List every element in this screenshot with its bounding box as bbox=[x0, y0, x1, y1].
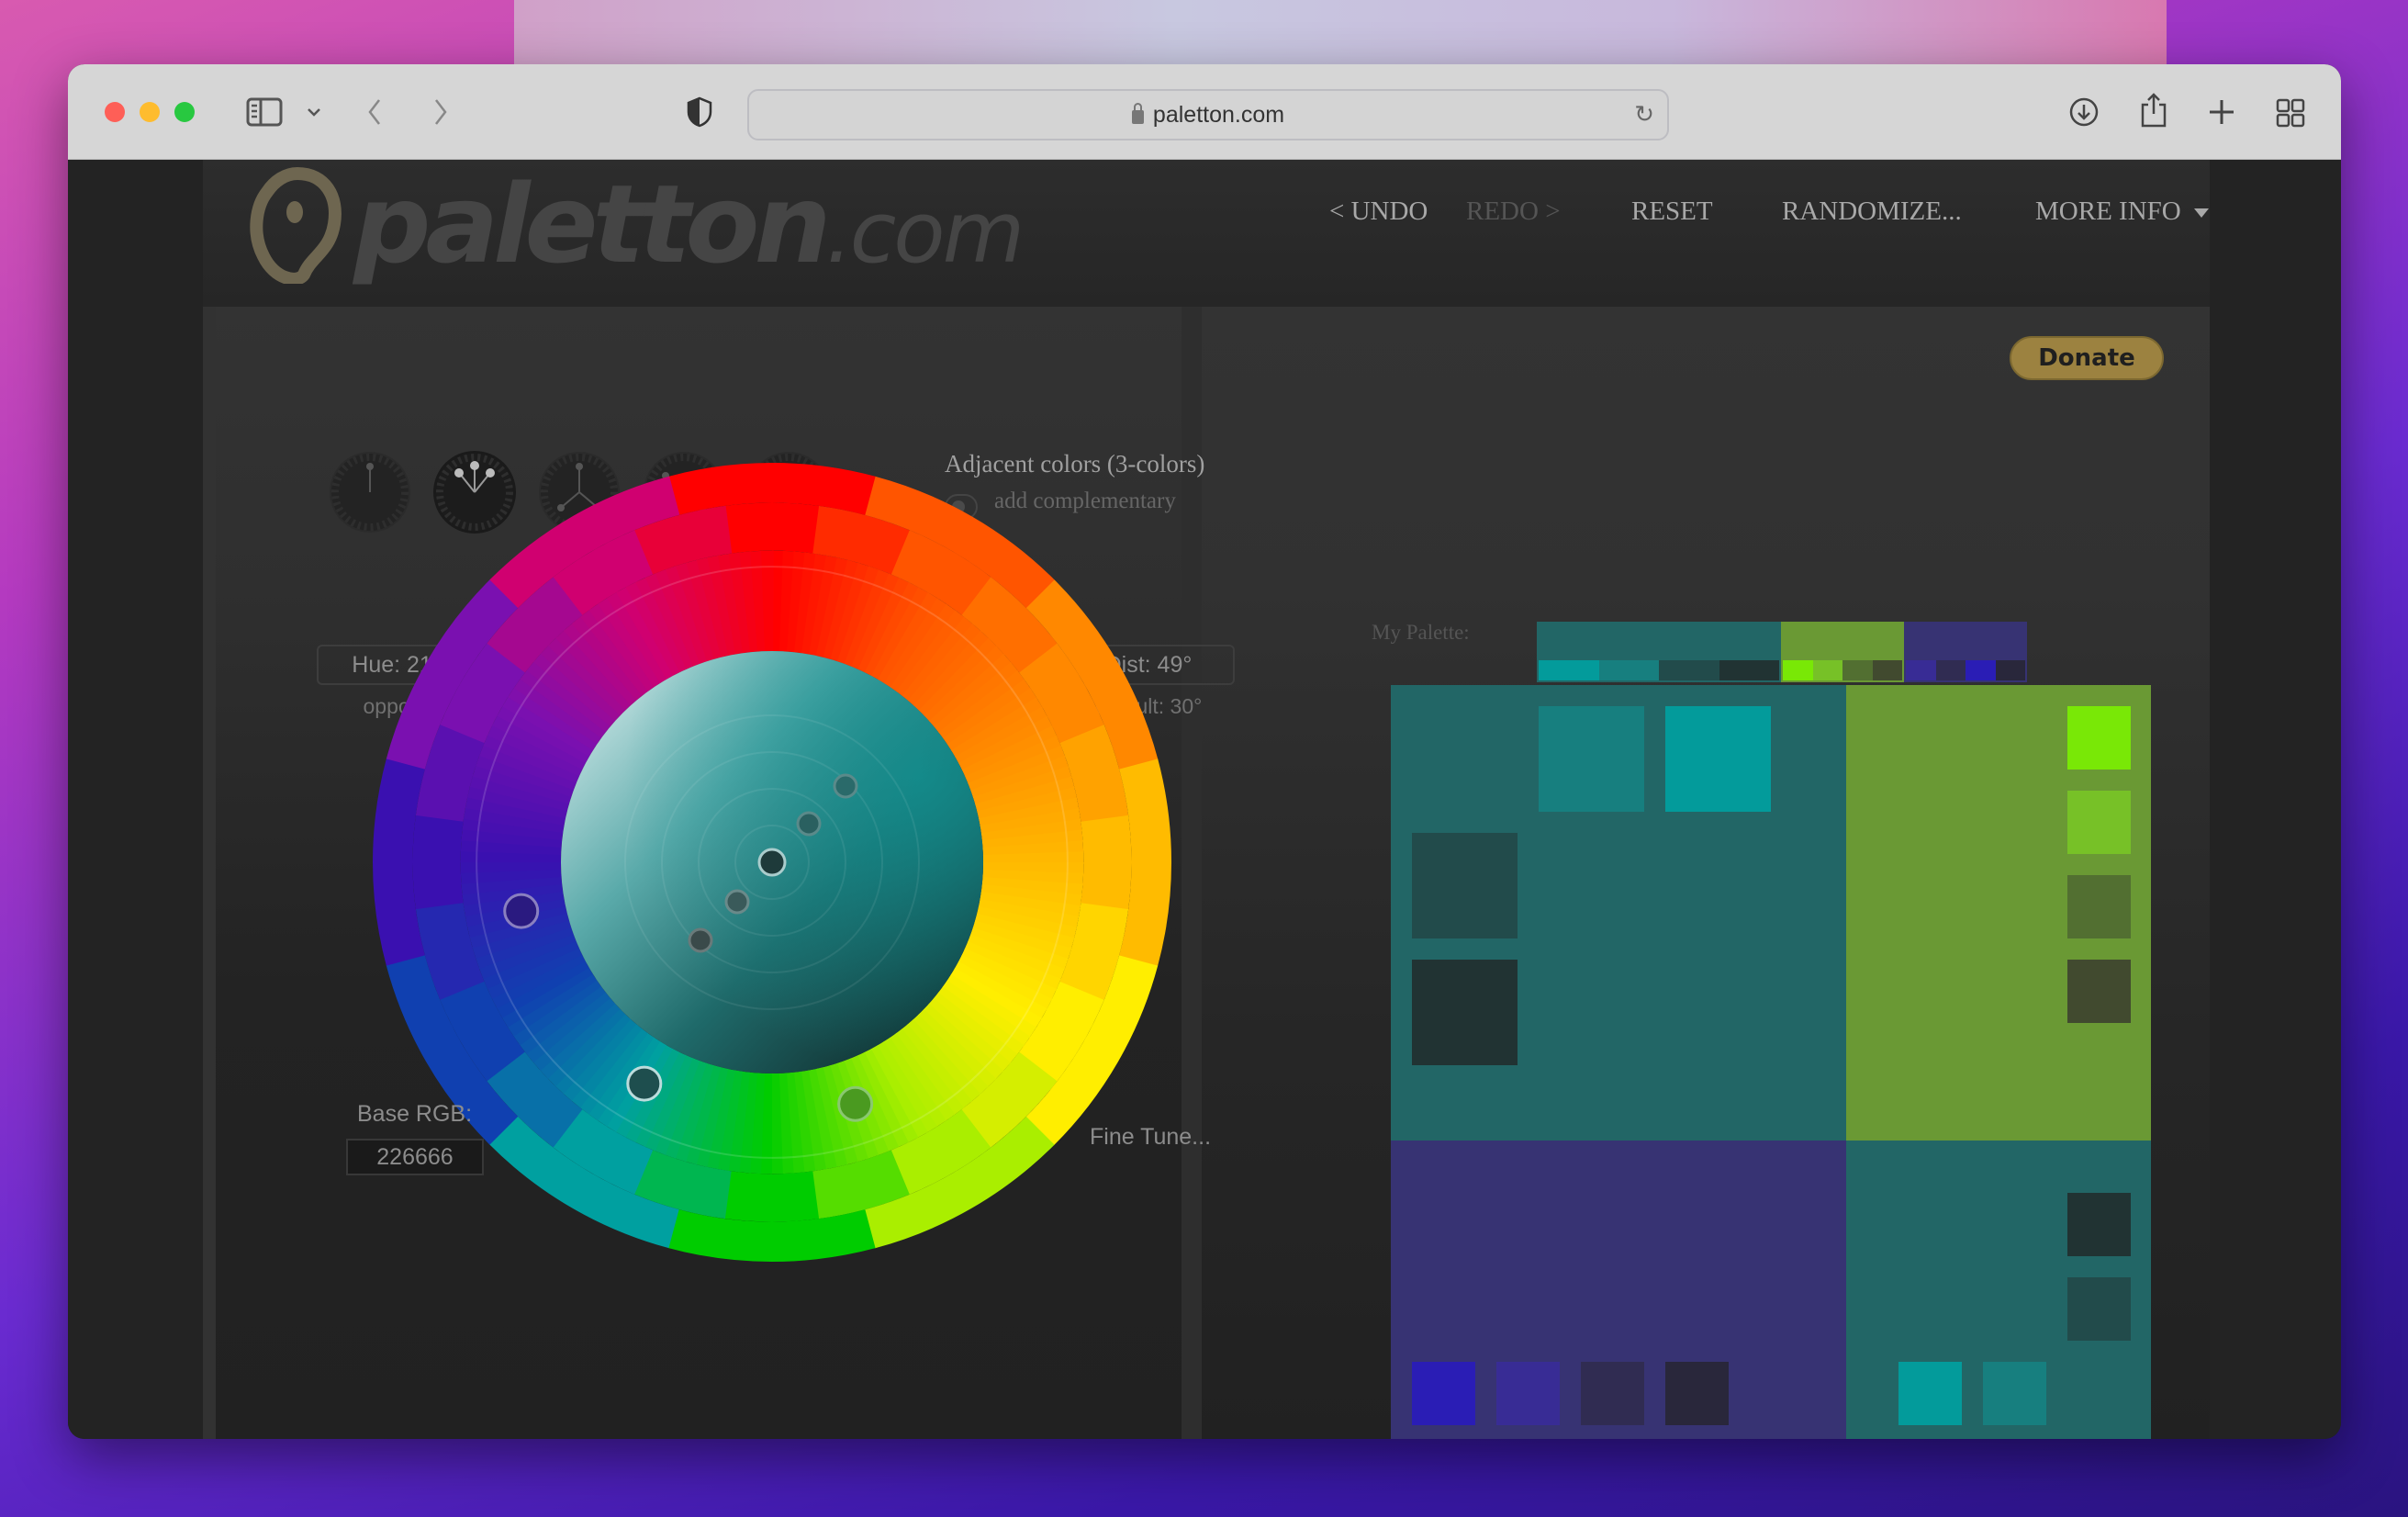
palette-shade-swatch[interactable] bbox=[1812, 660, 1842, 680]
palette-group-primary[interactable] bbox=[1537, 622, 1781, 682]
preview-swatch bbox=[1665, 706, 1771, 812]
lock-icon bbox=[1131, 102, 1144, 124]
palette-group-secondary-1[interactable] bbox=[1781, 622, 1904, 682]
shade-handle[interactable] bbox=[724, 889, 750, 915]
hue-step-band[interactable] bbox=[724, 1171, 820, 1222]
shade-handle[interactable] bbox=[688, 927, 713, 953]
browser-window: paletton.com ↻ paletton.com < UNDO REDO … bbox=[68, 64, 2341, 1439]
preview-swatch bbox=[1983, 1362, 2046, 1425]
palette-shade-swatch[interactable] bbox=[1842, 660, 1873, 680]
palette-shade-swatch[interactable] bbox=[1995, 660, 2025, 680]
my-palette-label: My Palette: bbox=[1372, 621, 1470, 644]
preview-swatch bbox=[1412, 1362, 1475, 1425]
forward-icon[interactable] bbox=[430, 96, 452, 129]
logo-text: paletton.com bbox=[353, 161, 1025, 287]
preview-swatch bbox=[1496, 1362, 1560, 1425]
preview-swatch bbox=[1581, 1362, 1644, 1425]
logo-name: paletton bbox=[353, 161, 831, 287]
palette-shades bbox=[1539, 660, 1779, 680]
sidebar-icon[interactable] bbox=[246, 97, 283, 127]
paletton-app: paletton.com < UNDO REDO > RESET RANDOMI… bbox=[203, 160, 2210, 1439]
reset-button[interactable]: RESET bbox=[1631, 197, 1713, 227]
back-icon[interactable] bbox=[364, 96, 386, 129]
preview-swatch bbox=[2067, 706, 2131, 770]
palette-shade-swatch[interactable] bbox=[1872, 660, 1902, 680]
minimize-window-button[interactable] bbox=[140, 102, 160, 122]
base-rgb-label: Base RGB: bbox=[357, 1101, 473, 1127]
palette-shades bbox=[1906, 660, 2025, 680]
preview-swatch bbox=[2067, 1193, 2131, 1256]
preview-swatch bbox=[1412, 833, 1518, 938]
hue-step-band[interactable] bbox=[1081, 815, 1132, 910]
chevron-down-icon[interactable] bbox=[305, 103, 323, 121]
shield-icon[interactable] bbox=[685, 96, 714, 129]
base-rgb-input[interactable]: 226666 bbox=[346, 1139, 484, 1175]
palette-shade-swatch[interactable] bbox=[1935, 660, 1966, 680]
palette-shade-swatch[interactable] bbox=[1966, 660, 1996, 680]
palette-group-secondary-2[interactable] bbox=[1904, 622, 2027, 682]
preview-swatch bbox=[2067, 960, 2131, 1023]
randomize-button[interactable]: RANDOMIZE... bbox=[1782, 197, 1962, 227]
preview-swatch bbox=[1412, 960, 1518, 1065]
address-bar[interactable]: paletton.com ↻ bbox=[747, 89, 1669, 140]
more-info-menu[interactable]: MORE INFO bbox=[2035, 197, 2209, 227]
color-wheel[interactable] bbox=[373, 463, 1171, 1262]
hue-step-band[interactable] bbox=[412, 815, 464, 910]
palette-shade-swatch[interactable] bbox=[1719, 660, 1779, 680]
palette-shade-swatch[interactable] bbox=[1783, 660, 1813, 680]
base-hue-handle[interactable] bbox=[626, 1065, 663, 1102]
tab-overview-icon[interactable] bbox=[2275, 97, 2306, 129]
shade-handle[interactable] bbox=[796, 811, 822, 837]
browser-toolbar: paletton.com ↻ bbox=[68, 64, 2341, 160]
preview-swatch bbox=[1665, 1362, 1729, 1425]
url-text: paletton.com bbox=[1152, 101, 1285, 128]
reload-icon[interactable]: ↻ bbox=[1634, 100, 1654, 129]
adjacent-hue-handle[interactable] bbox=[503, 893, 540, 929]
desktop-wallpaper bbox=[514, 0, 2167, 64]
preview-swatch bbox=[2067, 1277, 2131, 1341]
preview-swatch bbox=[1898, 1362, 1962, 1425]
web-page: paletton.com < UNDO REDO > RESET RANDOMI… bbox=[68, 160, 2341, 1439]
palette-shades bbox=[1783, 660, 1902, 680]
download-icon[interactable] bbox=[2067, 96, 2100, 129]
logo-suffix: .com bbox=[825, 184, 1025, 282]
shade-handle[interactable] bbox=[833, 773, 858, 799]
new-tab-icon[interactable] bbox=[2207, 97, 2236, 127]
donate-button[interactable]: Donate bbox=[2010, 336, 2164, 380]
palette-preview bbox=[1391, 685, 2151, 1439]
fine-tune-link[interactable]: Fine Tune... bbox=[1090, 1124, 1211, 1151]
paletton-logo[interactable]: paletton.com bbox=[247, 151, 1025, 298]
redo-button[interactable]: REDO > bbox=[1466, 197, 1561, 227]
preview-swatch bbox=[1539, 706, 1644, 812]
more-info-label: MORE INFO bbox=[2035, 197, 2181, 226]
preview-swatch bbox=[2067, 791, 2131, 854]
base-shade-handle[interactable] bbox=[757, 848, 787, 877]
palette-shade-swatch[interactable] bbox=[1906, 660, 1936, 680]
site-header: paletton.com < UNDO REDO > RESET RANDOMI… bbox=[203, 160, 2210, 307]
caret-down-icon bbox=[2193, 208, 2209, 219]
close-window-button[interactable] bbox=[105, 102, 125, 122]
zoom-window-button[interactable] bbox=[174, 102, 195, 122]
hue-step-band[interactable] bbox=[724, 502, 820, 554]
undo-button[interactable]: < UNDO bbox=[1329, 197, 1428, 227]
palette-shade-swatch[interactable] bbox=[1539, 660, 1599, 680]
share-icon[interactable] bbox=[2137, 90, 2170, 130]
palette-logo-icon bbox=[247, 164, 348, 286]
preview-swatch bbox=[2067, 875, 2131, 938]
adjacent-hue-handle[interactable] bbox=[837, 1085, 874, 1122]
palette-shade-swatch[interactable] bbox=[1598, 660, 1659, 680]
palette-shade-swatch[interactable] bbox=[1659, 660, 1719, 680]
